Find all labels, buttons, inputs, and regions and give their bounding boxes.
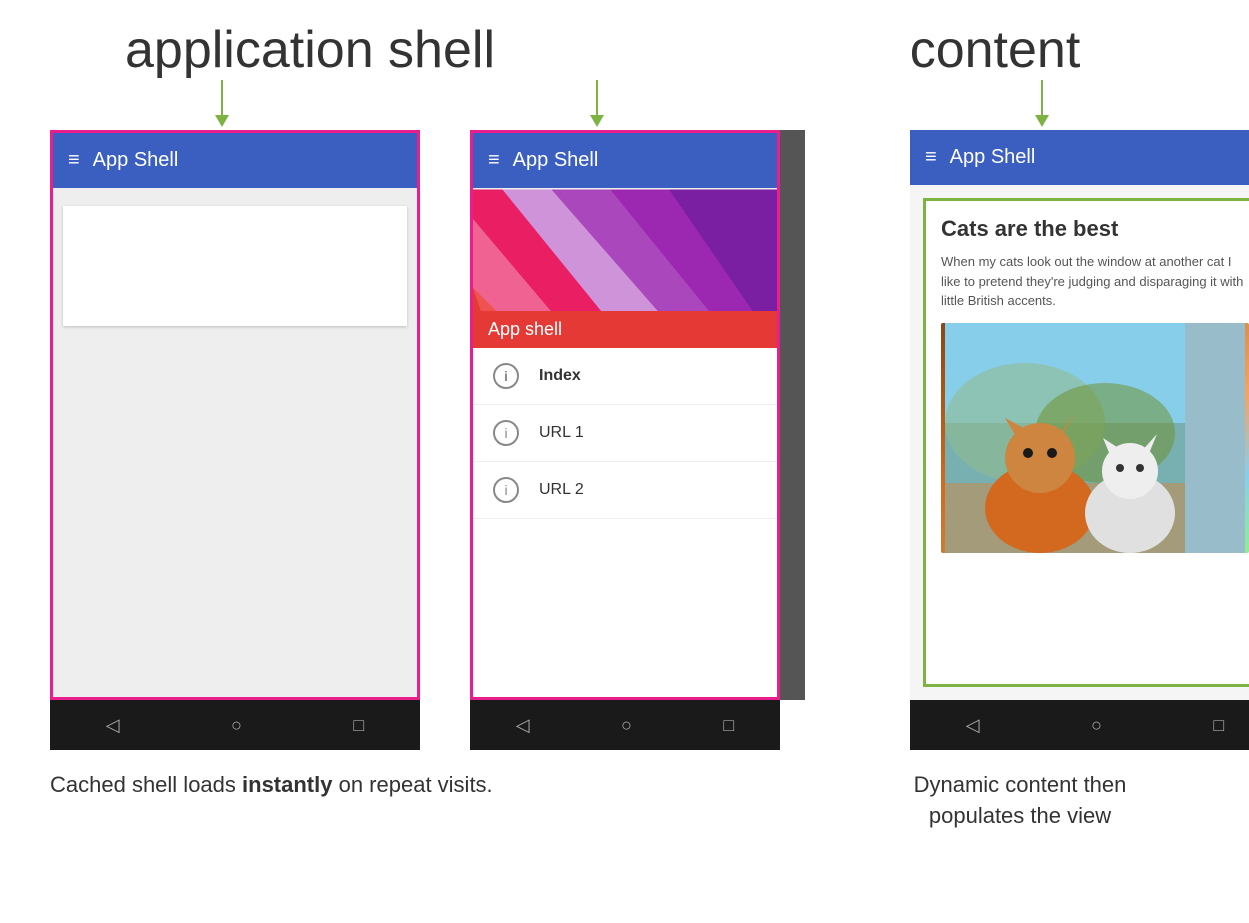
info-icon-index: i: [493, 363, 519, 389]
phone1-navbar: ◁ ○ □: [50, 700, 420, 750]
bottom-text-row: Cached shell loads instantly on repeat v…: [0, 770, 1249, 832]
list-item-url2[interactable]: i URL 2: [473, 462, 777, 519]
list-label-url2: URL 2: [539, 481, 584, 499]
phone3-recent-icon: □: [1213, 715, 1224, 736]
list-item-url1[interactable]: i URL 1: [473, 405, 777, 462]
phone3: ≡ App Shell Cats are the best When my ca…: [910, 130, 1249, 750]
phone1-hamburger-icon: ≡: [68, 149, 78, 172]
phone1-appbar: ≡ App Shell: [53, 133, 417, 188]
phone3-appbar: ≡ App Shell: [910, 130, 1249, 185]
cat-image: [941, 323, 1249, 553]
phones-row: ≡ App Shell ◁ ○ □ ≡ App Shell: [0, 130, 1249, 750]
arrow-left-2: [590, 80, 604, 127]
page-container: application shell content ≡ App Shell: [0, 0, 1249, 923]
phone2-home-icon: ○: [621, 715, 632, 736]
phone3-hamburger-icon: ≡: [925, 146, 935, 169]
content-title: Cats are the best: [941, 216, 1249, 242]
arrow-left-1: [215, 80, 229, 127]
bottom-left-pre: Cached shell loads: [50, 772, 242, 797]
phone1-recent-icon: □: [353, 715, 364, 736]
phone1-screen: ≡ App Shell: [50, 130, 420, 700]
phone1-back-icon: ◁: [106, 715, 120, 736]
cat-svg: [941, 323, 1249, 553]
phone3-body: Cats are the best When my cats look out …: [910, 185, 1249, 700]
phone2-recent-icon: □: [723, 715, 734, 736]
phone2-hamburger-icon: ≡: [488, 149, 498, 172]
list-label-url1: URL 1: [539, 424, 584, 442]
phone3-home-icon: ○: [1091, 715, 1102, 736]
phone1-placeholder: [63, 206, 407, 326]
phone3-title: App Shell: [950, 146, 1036, 169]
phone2-back-icon: ◁: [516, 715, 530, 736]
bottom-text-left: Cached shell loads instantly on repeat v…: [50, 770, 750, 832]
phone2-screen: ≡ App Shell: [470, 130, 780, 700]
phone3-screen: ≡ App Shell Cats are the best When my ca…: [910, 130, 1249, 700]
arrow-content: [1035, 80, 1049, 127]
phone1-title: App Shell: [93, 149, 179, 172]
content-label: content: [820, 20, 1170, 80]
bottom-text-right: Dynamic content then populates the view: [870, 770, 1170, 832]
phone3-back-icon: ◁: [966, 715, 980, 736]
labels-row: application shell content: [0, 0, 1249, 80]
bottom-left-bold: instantly: [242, 772, 332, 797]
bottom-left-post: on repeat visits.: [332, 772, 492, 797]
phone2-list: i Index i URL 1 i URL 2: [473, 348, 777, 697]
phone2-wrapper: ≡ App Shell: [470, 130, 780, 750]
content-desc: When my cats look out the window at anot…: [941, 252, 1249, 311]
phone2-title: App Shell: [513, 149, 599, 172]
phone2-colorful-top: App shell: [473, 188, 777, 348]
phone1: ≡ App Shell ◁ ○ □: [50, 130, 420, 750]
phone2-navbar: ◁ ○ □: [470, 700, 780, 750]
phone1-body: [53, 188, 417, 697]
app-shell-label: application shell: [30, 20, 590, 80]
phone2-overlay-label: App shell: [473, 311, 777, 348]
info-icon-url2: i: [493, 477, 519, 503]
content-card: Cats are the best When my cats look out …: [923, 198, 1249, 687]
phone3-navbar: ◁ ○ □: [910, 700, 1249, 750]
list-item-index[interactable]: i Index: [473, 348, 777, 405]
info-icon-url1: i: [493, 420, 519, 446]
list-label-index: Index: [539, 367, 581, 385]
phone2-appbar: ≡ App Shell: [473, 133, 777, 188]
phone1-home-icon: ○: [231, 715, 242, 736]
